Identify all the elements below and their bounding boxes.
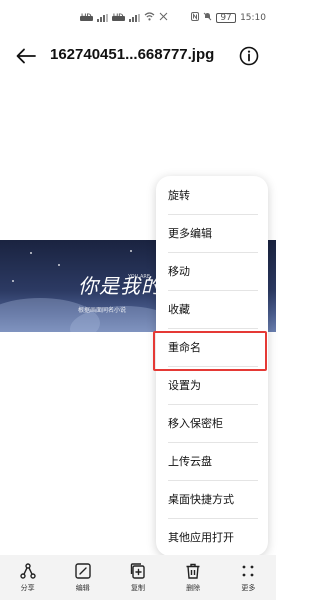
copy-label: 复制 bbox=[130, 584, 145, 592]
menu-item-more-edit[interactable]: 更多编辑 bbox=[156, 214, 268, 252]
menu-item-rotate[interactable]: 旋转 bbox=[156, 176, 268, 214]
edit-button[interactable]: 编辑 bbox=[61, 562, 105, 593]
status-left: HD HD bbox=[80, 12, 168, 24]
status-right: 97 15:10 bbox=[191, 12, 266, 24]
menu-item-desktop-shortcut[interactable]: 桌面快捷方式 bbox=[156, 480, 268, 518]
sim2-tag: HD bbox=[111, 12, 125, 23]
copy-button[interactable]: 复制 bbox=[116, 562, 160, 593]
share-icon bbox=[19, 563, 36, 579]
more-button[interactable]: 更多 bbox=[226, 562, 270, 593]
signal-bars-icon bbox=[96, 14, 108, 22]
sim1-tag: HD bbox=[80, 12, 93, 23]
edit-icon bbox=[75, 563, 91, 579]
menu-item-open-with[interactable]: 其他应用打开 bbox=[156, 518, 268, 556]
mute-icon bbox=[203, 12, 212, 24]
share-label: 分享 bbox=[20, 584, 35, 592]
menu-item-move-to-safe[interactable]: 移入保密柜 bbox=[156, 404, 268, 442]
menu-item-move[interactable]: 移动 bbox=[156, 252, 268, 290]
signal-bars-2-icon bbox=[128, 14, 140, 22]
copy-icon bbox=[130, 563, 145, 579]
battery-icon: 97 bbox=[216, 13, 237, 23]
star bbox=[30, 252, 32, 254]
rename-highlight-box bbox=[153, 331, 267, 371]
photo-sub-english: YOU ARE bbox=[128, 274, 151, 280]
airplane-icon bbox=[159, 12, 168, 24]
edit-label: 编辑 bbox=[75, 584, 90, 592]
delete-button[interactable]: 删除 bbox=[171, 562, 215, 593]
menu-item-set-as[interactable]: 设置为 bbox=[156, 366, 268, 404]
page-title: 162740451...668777.jpg bbox=[50, 46, 215, 63]
star bbox=[12, 280, 14, 282]
share-button[interactable]: 分享 bbox=[6, 562, 50, 593]
star bbox=[58, 264, 60, 266]
nfc-icon bbox=[191, 12, 200, 24]
menu-item-upload-cloud[interactable]: 上传云盘 bbox=[156, 442, 268, 480]
title-bar: 162740451...668777.jpg bbox=[0, 38, 276, 74]
more-label: 更多 bbox=[241, 584, 256, 592]
back-arrow-icon[interactable] bbox=[14, 44, 38, 68]
delete-icon bbox=[186, 563, 200, 579]
sim2-signal-icon: HD bbox=[111, 12, 125, 23]
photo-caption: 根据画面同名小说 bbox=[78, 307, 127, 314]
status-bar: HD HD 97 15:10 bbox=[0, 0, 276, 36]
sim1-signal-icon: HD bbox=[80, 12, 93, 23]
clock: 15:10 bbox=[240, 13, 266, 23]
menu-item-favorite[interactable]: 收藏 bbox=[156, 290, 268, 328]
bottom-toolbar: 分享 编辑 复制 删除 更多 bbox=[0, 555, 276, 600]
star bbox=[130, 250, 132, 252]
more-icon bbox=[242, 565, 254, 577]
info-icon[interactable] bbox=[237, 44, 261, 68]
delete-label: 删除 bbox=[186, 584, 201, 592]
wifi-icon bbox=[144, 12, 155, 24]
